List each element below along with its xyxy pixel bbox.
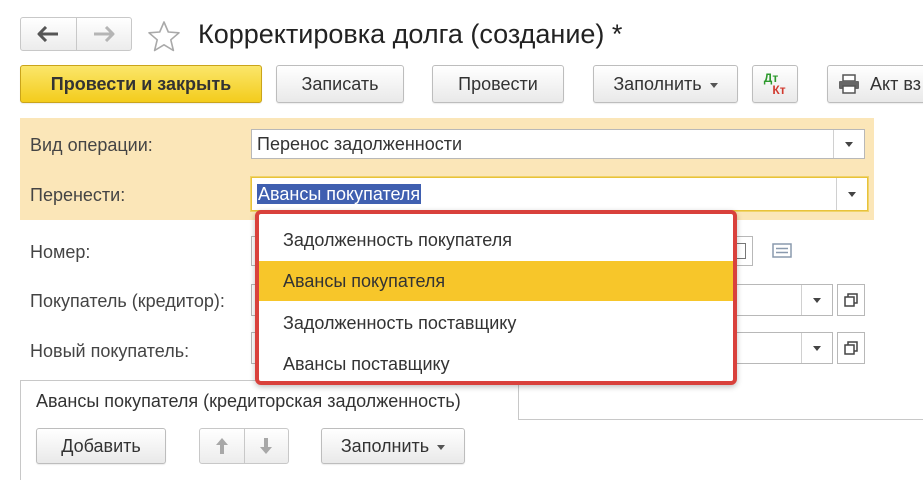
chevron-down-icon	[845, 141, 853, 147]
dt-kt-button[interactable]: Дт Кт	[752, 65, 798, 103]
transfer-text-container: Авансы покупателя	[252, 183, 836, 205]
add-button[interactable]: Добавить	[36, 428, 166, 464]
dropdown-item-label: Задолженность поставщику	[283, 313, 517, 333]
arrow-up-icon	[215, 438, 228, 454]
back-button[interactable]	[21, 18, 76, 50]
post-and-close-button[interactable]: Провести и закрыть	[20, 65, 262, 103]
operation-type-dropdown-button[interactable]	[833, 130, 864, 158]
move-buttons	[199, 428, 289, 464]
buyer-dropdown-button[interactable]	[801, 285, 832, 315]
chevron-down-icon	[813, 345, 821, 351]
open-form-icon	[844, 293, 858, 307]
open-form-icon	[844, 341, 858, 355]
table-fill-dropdown-button[interactable]: Заполнить	[321, 428, 465, 464]
chevron-down-icon	[813, 297, 821, 303]
arrow-right-icon	[93, 26, 115, 42]
dropdown-item-supplier-advances[interactable]: Авансы поставщику	[259, 344, 733, 384]
new-buyer-label: Новый покупатель:	[30, 341, 190, 361]
dropdown-item-label: Задолженность покупателя	[283, 230, 512, 250]
printer-icon	[839, 74, 859, 94]
dropdown-item-buyer-debt[interactable]: Задолженность покупателя	[259, 220, 733, 260]
transfer-dropdown-button[interactable]	[836, 178, 867, 210]
post-and-close-label: Провести и закрыть	[50, 73, 232, 94]
arrow-left-icon	[37, 26, 59, 42]
chevron-down-icon	[709, 82, 718, 88]
post-label: Провести	[458, 73, 538, 94]
number-label: Номер:	[30, 242, 91, 262]
fill-dropdown-button[interactable]: Заполнить	[593, 65, 738, 103]
dropdown-item-buyer-advances[interactable]: Авансы покупателя	[259, 261, 733, 301]
tab-divider	[519, 419, 923, 420]
chevron-down-icon	[437, 444, 446, 450]
operation-type-label: Вид операции:	[30, 135, 153, 155]
tab-panel-border	[20, 419, 21, 480]
comment-icon[interactable]	[771, 241, 793, 261]
kt-text: Кт	[772, 83, 786, 97]
act-label: Акт вз	[870, 73, 921, 94]
transfer-value: Авансы покупателя	[257, 183, 422, 204]
operation-type-select[interactable]: Перенос задолженности	[251, 129, 865, 159]
transfer-dropdown-list: Задолженность покупателя Авансы покупате…	[255, 210, 737, 385]
add-label: Добавить	[61, 435, 141, 456]
dropdown-item-label: Авансы покупателя	[283, 271, 446, 291]
navigation-buttons	[20, 17, 132, 51]
operation-type-value: Перенос задолженности	[257, 133, 463, 154]
table-fill-label: Заполнить	[340, 435, 430, 456]
star-outline-icon	[148, 21, 180, 52]
comment-icon-svg	[772, 243, 792, 258]
fill-label: Заполнить	[613, 73, 702, 94]
dropdown-item-label: Авансы поставщику	[283, 354, 450, 374]
forward-button[interactable]	[75, 18, 132, 50]
new-buyer-open-button[interactable]	[837, 332, 865, 364]
dt-kt-icon: Дт Кт	[764, 72, 786, 97]
dropdown-item-supplier-debt[interactable]: Задолженность поставщику	[259, 303, 733, 343]
post-button[interactable]: Провести	[432, 65, 564, 103]
buyer-label: Покупатель (кредитор):	[30, 291, 225, 311]
new-buyer-dropdown-button[interactable]	[801, 333, 832, 363]
act-button[interactable]: Акт вз	[827, 65, 923, 103]
move-up-button[interactable]	[200, 429, 244, 463]
tab-buyer-advances-label: Авансы покупателя (кредиторская задолжен…	[36, 391, 461, 411]
tab-buyer-advances[interactable]: Авансы покупателя (кредиторская задолжен…	[20, 380, 519, 420]
move-down-button[interactable]	[243, 429, 289, 463]
buyer-open-button[interactable]	[837, 284, 865, 316]
page-title: Корректировка долга (создание) *	[198, 19, 623, 49]
transfer-label: Перенести:	[30, 185, 126, 205]
arrow-down-icon	[260, 438, 273, 454]
favorite-button[interactable]	[146, 19, 182, 53]
transfer-select[interactable]: Авансы покупателя	[251, 177, 868, 211]
chevron-down-icon	[848, 191, 856, 197]
save-label: Записать	[301, 73, 379, 94]
save-button[interactable]: Записать	[276, 65, 404, 103]
